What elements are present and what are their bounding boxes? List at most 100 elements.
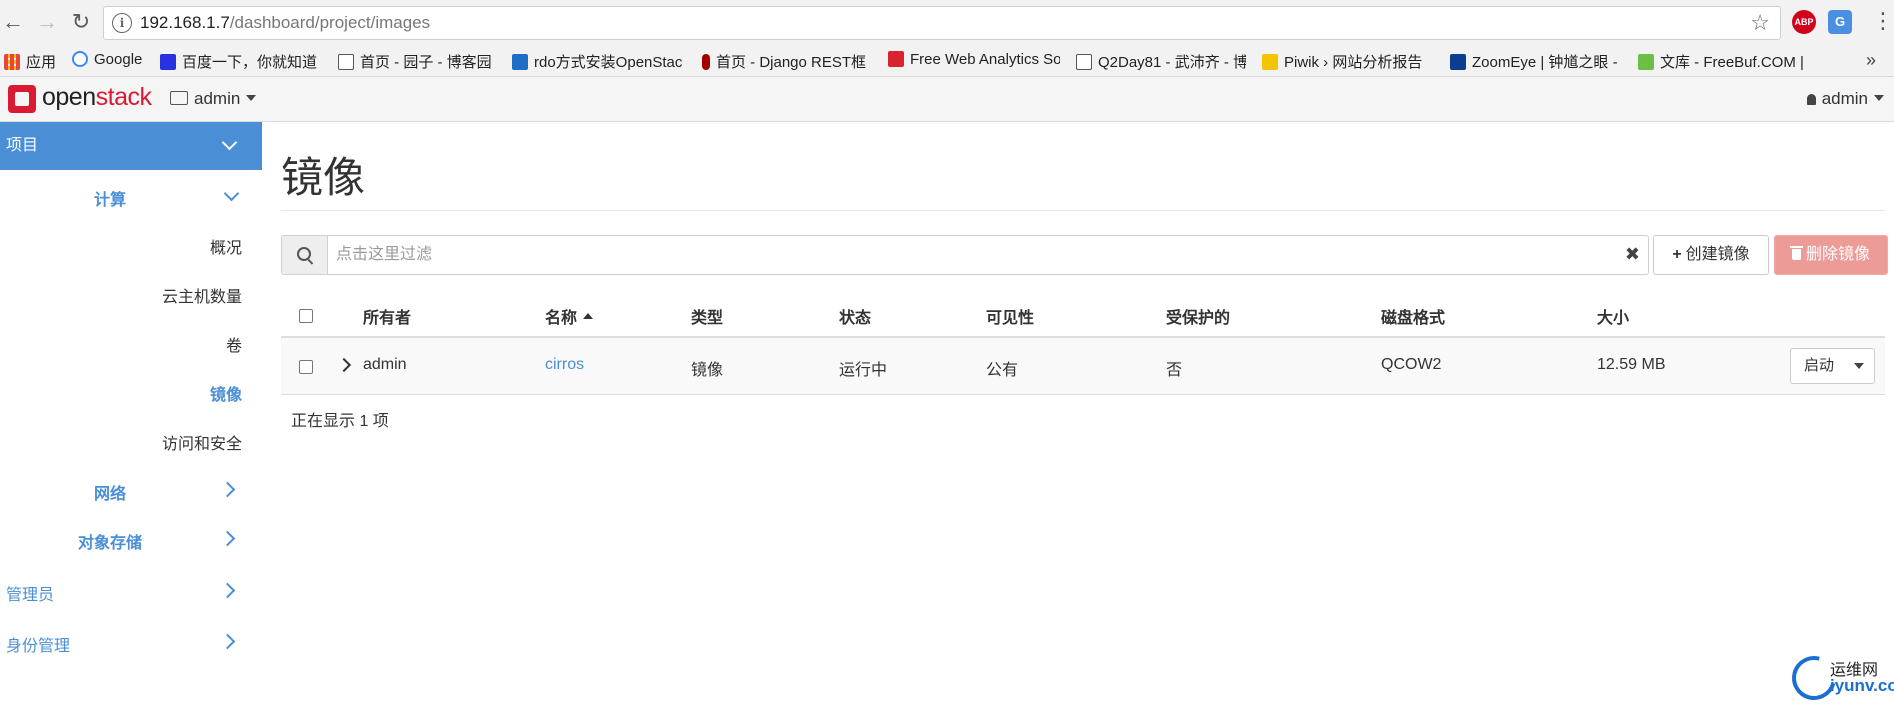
sidebar-panel-project-label: 项目 [6,137,39,154]
caret-down-icon [1854,363,1864,369]
row-actions-dropdown-button[interactable] [1846,348,1875,384]
project-selector[interactable]: admin [170,89,257,109]
row-checkbox[interactable] [299,360,313,374]
bookmark-freebuf[interactable]: 文库 - FreeBuf.COM | [1638,51,1810,71]
sidebar-panel-identity[interactable]: 身份管理 [6,632,70,656]
chevron-right-icon[interactable] [219,582,236,599]
filter-box: ✖ [281,235,1649,275]
adblock-extension-icon[interactable]: ABP [1792,10,1816,34]
column-name[interactable]: 名称 [545,304,594,328]
chevron-down-icon [221,134,238,151]
sort-ascending-icon [583,313,594,319]
cell-type: 镜像 [691,362,724,379]
bookmark-zoomeye[interactable]: ZoomEye | 钟馗之眼 - [1450,51,1618,71]
freebuf-icon [1638,54,1654,70]
cell-size: 12.59 MB [1597,356,1666,373]
column-owner[interactable]: 所有者 [363,304,411,328]
delete-images-button[interactable]: 删除镜像 [1774,235,1888,275]
trash-icon [1789,246,1803,260]
clear-filter-icon[interactable]: ✖ [1625,244,1640,265]
django-icon [702,54,710,70]
create-image-label: 创建镜像 [1685,246,1750,263]
search-icon [297,247,311,261]
bookmark-apps[interactable]: 应用 [4,51,58,71]
openstack-logo-icon [8,85,36,113]
sidebar-item-overview[interactable]: 概况 [210,234,242,258]
cnblogs-icon [1076,54,1092,70]
images-table: 所有者 名称 类型 状态 可见性 受保护的 磁盘格式 大小 admin cirr… [281,292,1885,395]
bookmark-google[interactable]: Google [72,51,154,71]
back-icon[interactable]: ← [0,9,26,35]
analytics-icon [888,51,904,67]
cell-disk-format: QCOW2 [1381,356,1442,373]
sidebar-item-access-security[interactable]: 访问和安全 [162,430,242,454]
user-menu[interactable]: admin [1806,89,1884,109]
chevron-right-icon[interactable] [336,357,352,373]
translate-extension-icon[interactable]: G [1828,10,1852,34]
bookmark-cnblogs[interactable]: 首页 - 园子 - 博客园 [338,51,498,71]
sidebar: 项目 计算 概况 云主机数量 卷 镜像 访问和安全 网络 对象存储 管理员 身份… [0,122,262,700]
sidebar-item-instances[interactable]: 云主机数量 [162,283,242,307]
bookmark-rdo[interactable]: rdo方式安装OpenStac [512,51,684,71]
sidebar-panel-admin[interactable]: 管理员 [6,581,54,605]
caret-down-icon [246,95,257,101]
url-path: /dashboard/project/images [229,13,431,32]
column-type[interactable]: 类型 [691,304,723,328]
bookmark-baidu[interactable]: 百度一下，你就知道 [160,51,324,71]
chevron-right-icon[interactable] [219,530,236,547]
forward-icon[interactable]: → [34,9,60,35]
zoomeye-icon [1450,54,1466,70]
watermark: 运维网 iyunv.com [1783,647,1894,708]
chevron-right-icon[interactable] [219,633,236,650]
reload-icon[interactable]: ↻ [68,9,94,35]
column-visibility[interactable]: 可见性 [986,304,1034,328]
launch-button[interactable]: 启动 [1790,348,1848,384]
column-disk-format[interactable]: 磁盘格式 [1381,304,1445,328]
bookmark-star-icon[interactable]: ☆ [1750,10,1770,36]
project-selector-label: admin [194,89,241,108]
bookmark-piwik-free[interactable]: Free Web Analytics So [888,51,1060,71]
url-text[interactable]: 192.168.1.7/dashboard/project/images [140,13,430,33]
sidebar-group-network[interactable]: 网络 [94,480,126,504]
sidebar-group-object-store[interactable]: 对象存储 [78,529,142,553]
sidebar-item-volumes[interactable]: 卷 [226,332,242,356]
sidebar-item-images[interactable]: 镜像 [210,381,242,405]
chevron-right-icon[interactable] [219,481,236,498]
url-host: 192.168.1.7 [140,13,230,32]
google-icon [72,51,88,67]
table-header: 所有者 名称 类型 状态 可见性 受保护的 磁盘格式 大小 [281,292,1885,338]
rdo-icon [512,54,528,70]
column-status[interactable]: 状态 [839,304,871,328]
bookmark-django[interactable]: 首页 - Django REST框 [702,51,872,71]
openstack-logo-text: openstack [42,83,152,111]
create-image-button[interactable]: + 创建镜像 [1653,235,1769,275]
item-count: 正在显示 1 项 [291,413,389,430]
sidebar-panel-project[interactable]: 项目 [0,122,262,170]
cell-protected: 否 [1166,362,1183,379]
apps-grid-icon [4,54,20,70]
openstack-header: openstack admin admin [0,77,1894,122]
bookmark-piwik[interactable]: Piwik › 网站分析报告 [1262,51,1430,71]
table-row: admin cirros 镜像 运行中 公有 否 QCOW2 12.59 MB … [281,338,1885,395]
search-addon[interactable] [282,236,328,274]
sidebar-group-compute[interactable]: 计算 [94,186,126,210]
chevron-down-icon[interactable] [223,185,240,202]
plus-icon: + [1672,246,1682,263]
cell-visibility: 公有 [986,362,1019,379]
bookmarks-bar: 应用 Google 百度一下，你就知道 首页 - 园子 - 博客园 rdo方式安… [0,46,1894,77]
column-protected[interactable]: 受保护的 [1166,304,1230,328]
select-all-checkbox[interactable] [299,309,313,323]
address-bar[interactable]: i 192.168.1.7/dashboard/project/images ☆ [103,6,1781,40]
piwik-icon [1262,54,1278,70]
cell-owner: admin [363,356,407,373]
column-size[interactable]: 大小 [1597,304,1629,328]
filter-input[interactable] [334,238,1608,272]
bookmarks-overflow-button[interactable]: » [1866,50,1876,71]
info-icon[interactable]: i [112,13,132,33]
delete-images-label: 删除镜像 [1805,246,1870,263]
browser-toolbar: ← → ↻ i 192.168.1.7/dashboard/project/im… [0,0,1894,47]
browser-menu-icon[interactable]: ⋮ [1872,8,1894,34]
bookmark-q2day[interactable]: Q2Day81 - 武沛齐 - 博 [1076,51,1246,71]
image-name-link[interactable]: cirros [545,356,584,374]
project-icon [170,91,188,105]
